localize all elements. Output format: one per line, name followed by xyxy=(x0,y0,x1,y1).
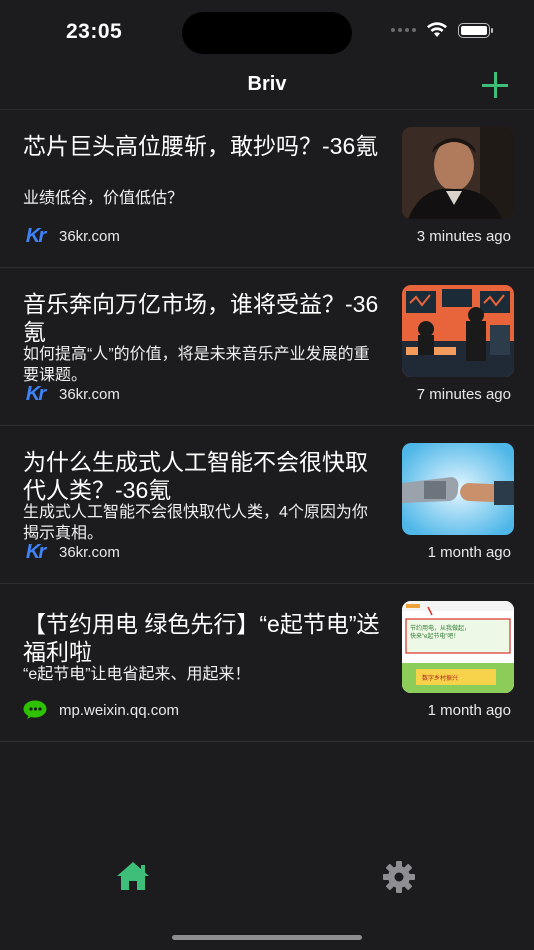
article-source: mp.weixin.qq.com xyxy=(23,700,179,720)
article-item[interactable]: 芯片巨头高位腰斩，敢抄吗？-36氪 业绩低谷，价值低估？ Kr 36kr.com… xyxy=(0,110,534,268)
article-time: 1 month ago xyxy=(427,544,511,561)
article-source: Kr 36kr.com xyxy=(23,224,120,247)
status-icons xyxy=(391,22,493,38)
article-thumbnail xyxy=(402,127,514,219)
wifi-icon xyxy=(427,22,447,37)
article-summary: 如何提高“人”的价值，将是未来音乐产业发展的重要课题。 xyxy=(23,346,370,384)
article-item[interactable]: 音乐奔向万亿市场，谁将受益？-36氪 如何提高“人”的价值，将是未来音乐产业发展… xyxy=(0,268,534,426)
wechat-logo-icon xyxy=(23,700,47,719)
article-title: 为什么生成式人工智能不会很快取代人类？-36氪 xyxy=(23,449,368,503)
dynamic-island xyxy=(182,12,352,54)
article-time: 3 minutes ago xyxy=(416,228,511,245)
source-domain: 36kr.com xyxy=(59,227,120,245)
article-thumbnail xyxy=(402,443,514,535)
article-summary: “e起节电”让电省起来、用起来！ xyxy=(23,666,251,683)
36kr-logo-icon: Kr xyxy=(25,382,46,405)
source-domain: 36kr.com xyxy=(59,385,120,403)
article-title: 【节约用电 绿色先行】“e起节电”送福利啦 xyxy=(23,611,380,665)
status-time: 23:05 xyxy=(66,20,123,43)
article-list: 芯片巨头高位腰斩，敢抄吗？-36氪 业绩低谷，价值低估？ Kr 36kr.com… xyxy=(0,110,534,742)
article-thumbnail: 节约用电，从我做起， 快来“e起节电”吧！ 数字乡村振兴 xyxy=(402,601,514,693)
article-item[interactable]: 为什么生成式人工智能不会很快取代人类？-36氪 生成式人工智能不会很快取代人类，… xyxy=(0,426,534,584)
article-summary: 业绩低谷，价值低估？ xyxy=(23,190,184,207)
article-title: 音乐奔向万亿市场，谁将受益？-36氪 xyxy=(23,291,379,345)
home-icon[interactable] xyxy=(115,860,151,892)
article-summary: 生成式人工智能不会很快取代人类，4个原因为你揭示真相。 xyxy=(23,504,368,542)
article-thumbnail xyxy=(402,285,514,377)
source-domain: 36kr.com xyxy=(59,543,120,561)
cellular-signal-icon xyxy=(391,28,416,32)
thumbnail-banner-text: 数字乡村振兴 xyxy=(422,676,459,682)
thumbnail-text: 节约用电，从我做起， 快来“e起节电”吧！ xyxy=(410,626,471,640)
article-source: Kr 36kr.com xyxy=(23,382,120,405)
article-item[interactable]: 【节约用电 绿色先行】“e起节电”送福利啦 “e起节电”让电省起来、用起来！ m… xyxy=(0,584,534,742)
nav-bar: Briv xyxy=(0,64,534,110)
article-source: Kr 36kr.com xyxy=(23,540,120,563)
article-time: 7 minutes ago xyxy=(416,386,511,403)
article-time: 1 month ago xyxy=(427,702,511,719)
gear-icon[interactable] xyxy=(382,860,416,894)
battery-icon xyxy=(458,22,493,38)
36kr-logo-icon: Kr xyxy=(25,540,46,563)
36kr-logo-icon: Kr xyxy=(25,224,46,247)
add-button[interactable] xyxy=(482,72,508,98)
page-title: Briv xyxy=(247,73,287,95)
source-domain: mp.weixin.qq.com xyxy=(59,701,180,719)
article-title: 芯片巨头高位腰斩，敢抄吗？-36氪 xyxy=(23,133,379,159)
tab-bar xyxy=(0,836,534,950)
status-bar: 23:05 xyxy=(0,0,534,64)
home-indicator xyxy=(172,935,362,940)
